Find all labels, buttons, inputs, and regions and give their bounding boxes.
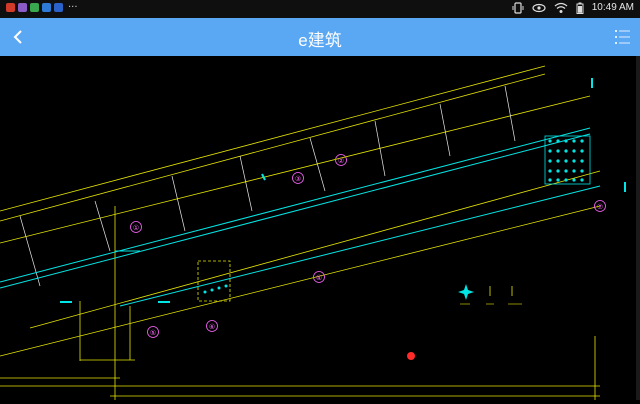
system-icons: 10:49 AM xyxy=(512,2,634,14)
cad-drawing: ① ② ③ ④ ⑤ ⑥ ⑦ xyxy=(0,65,626,400)
app-notification-icon-3 xyxy=(30,3,39,12)
grid-label-text: ① xyxy=(133,224,139,232)
app-bar: e建筑 xyxy=(0,18,640,56)
status-bar: ··· 10:49 AM xyxy=(0,0,640,18)
app-notification-icon-2 xyxy=(18,3,27,12)
battery-icon xyxy=(576,2,584,14)
list-menu-icon xyxy=(615,30,630,44)
scroll-edge xyxy=(636,56,640,400)
app-notification-icon-1 xyxy=(6,3,15,12)
menu-button[interactable] xyxy=(614,26,632,48)
grid-circle-text: ① ② ③ ④ ⑤ ⑥ ⑦ xyxy=(133,157,603,337)
grid-label-text: ④ xyxy=(316,274,322,282)
grid-circle-labels xyxy=(130,154,606,338)
grid-label-text: ⑦ xyxy=(597,203,603,211)
section-markers xyxy=(60,78,626,303)
notification-icons: ··· xyxy=(6,2,78,13)
grid-label-text: ③ xyxy=(295,175,301,183)
grid-label-text: ⑤ xyxy=(150,329,156,337)
wifi-icon xyxy=(554,2,568,13)
dimension-lines xyxy=(0,65,601,400)
column-rebar-grid xyxy=(203,135,591,294)
detail-box xyxy=(197,260,231,302)
page-title: e建筑 xyxy=(298,31,342,50)
more-notifications-icon: ··· xyxy=(68,2,78,13)
app-notification-icon-4 xyxy=(42,3,51,12)
location-marker[interactable] xyxy=(407,352,415,360)
grid-label-text: ⑥ xyxy=(209,323,215,331)
grid-label-text: ② xyxy=(338,157,344,165)
vibrate-icon xyxy=(512,2,524,14)
rebar-lines xyxy=(0,127,601,307)
eye-comfort-icon xyxy=(532,3,546,13)
clock: 10:49 AM xyxy=(591,2,634,13)
legend-marks xyxy=(458,284,522,305)
cad-drawing-viewer[interactable]: ① ② ③ ④ ⑤ ⑥ ⑦ xyxy=(0,56,640,400)
app-notification-icon-5 xyxy=(54,3,63,12)
